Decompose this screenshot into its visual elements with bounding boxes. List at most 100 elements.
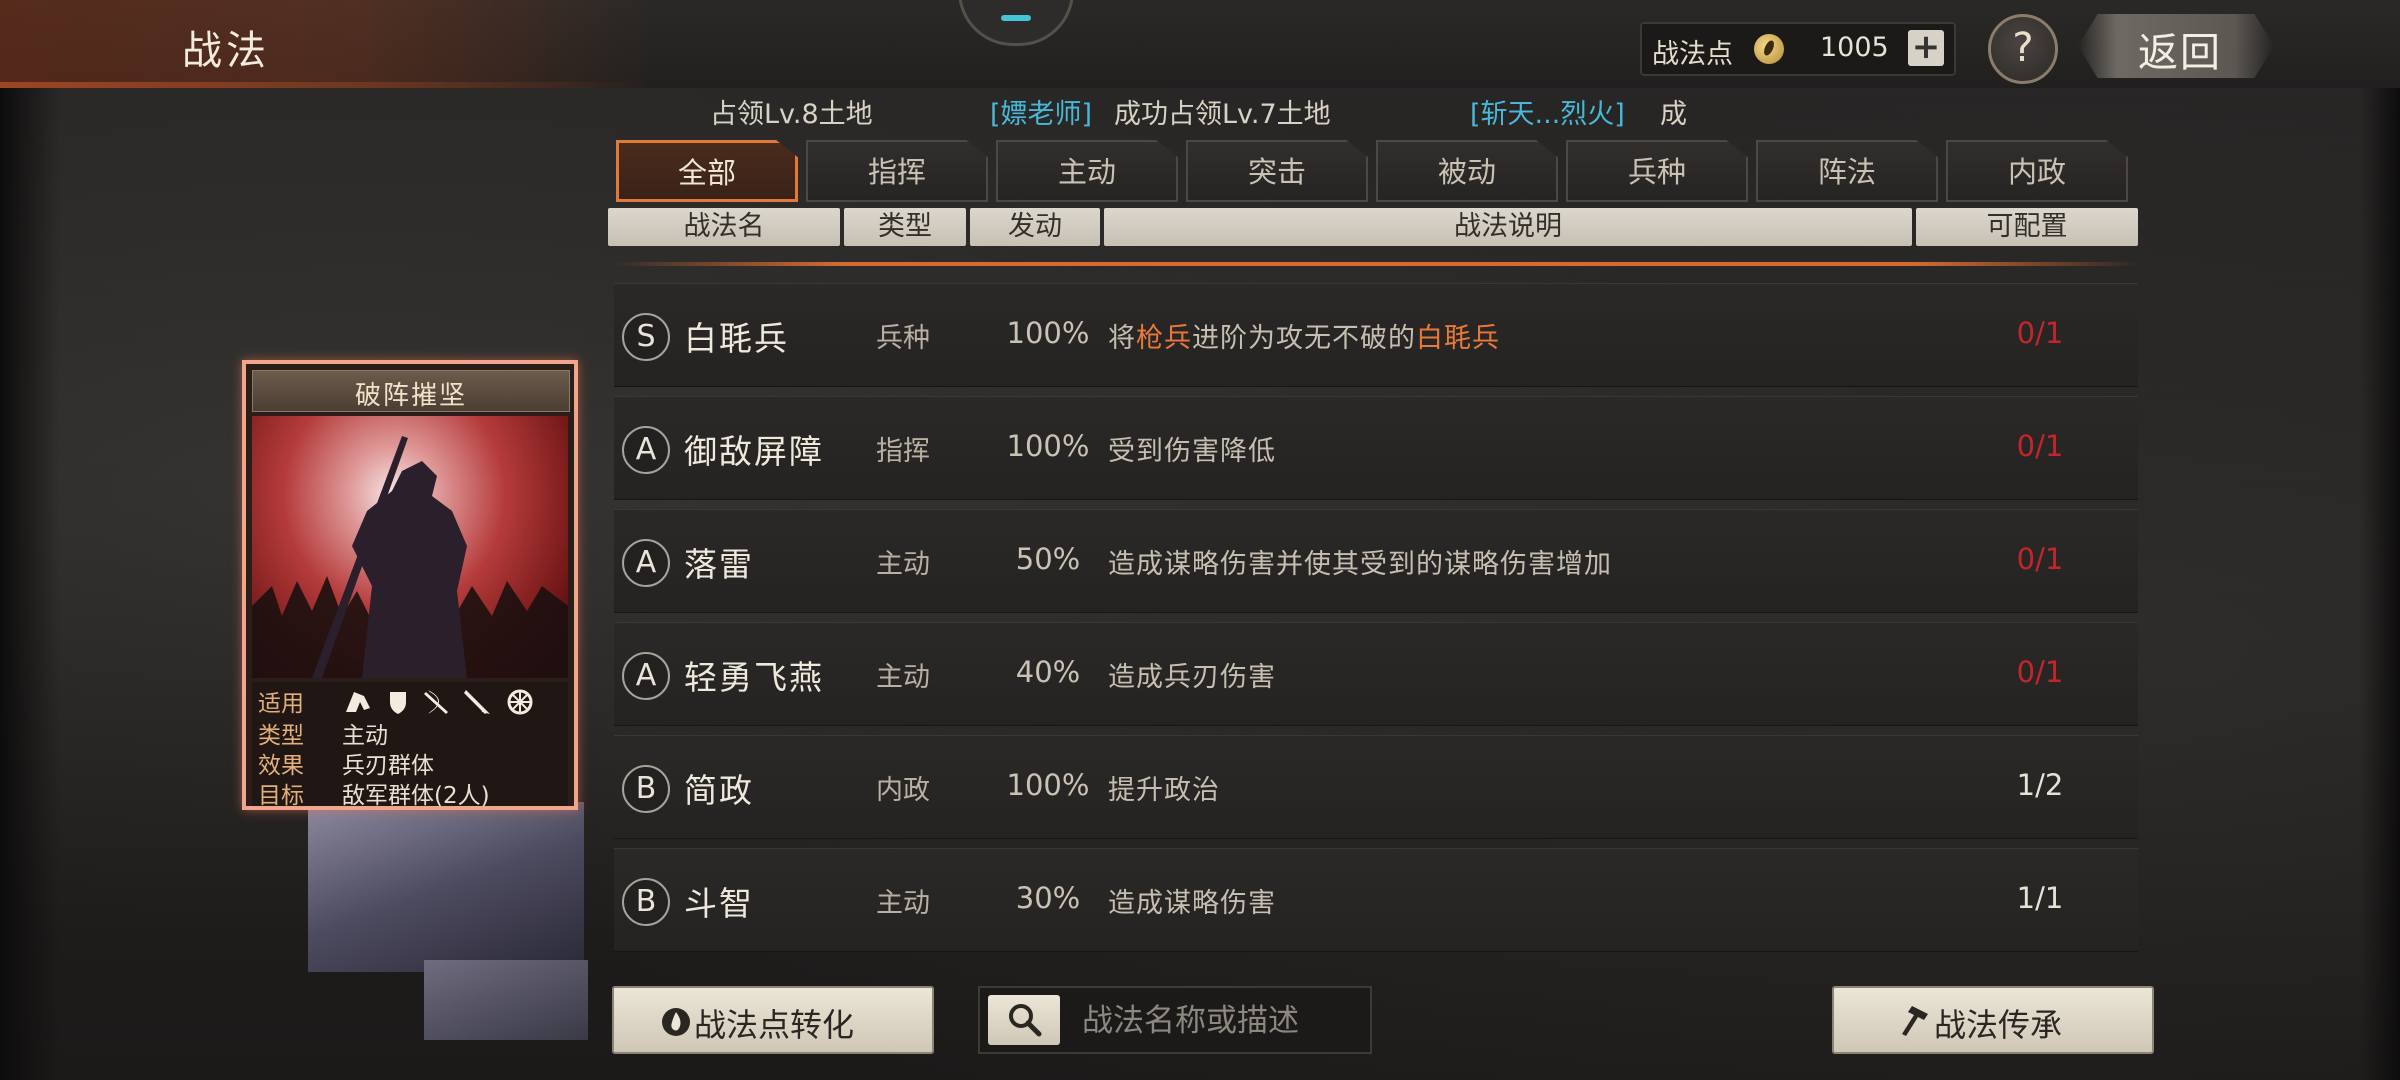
tactic-description: 将枪兵进阶为攻无不破的白毦兵 [1108,323,1500,354]
column-header-type[interactable]: 类型 [844,208,966,246]
divider-line [614,262,2140,266]
search-icon [1009,1004,1042,1037]
tactic-name: 斗智 [684,884,754,923]
tactic-points-box: 战法点 1005 + [1640,22,1956,76]
shield-icon [390,692,406,714]
tactic-card[interactable]: 破阵摧坚 适用 类型 主动 效果 兵刃群体 目标 敌军群体(2人) [242,360,578,810]
tactic-name: 白毦兵 [684,319,789,358]
tactic-row[interactable]: A 落雷 主动 50% 造成谋略伤害并使其受到的谋略伤害增加 0/1 [614,509,2138,613]
tactic-config-count: 0/1 [2016,542,2064,576]
tactic-row[interactable]: B 简政 内政 100% 提升政治 1/2 [614,735,2138,839]
card-info-panel: 适用 类型 主动 效果 兵刃群体 目标 敌军群体(2人) [252,682,568,809]
tactic-type: 主动 [876,549,930,580]
troop-icons [342,686,552,720]
tab-internal-affairs[interactable]: 内政 [1946,140,2128,202]
ticker-text-2: 成 [1660,99,1687,130]
card-apply-label: 适用 [258,691,304,717]
cavalry-icon [346,692,370,712]
grade-badge: A [622,426,670,474]
tactic-points-label: 战法点 [1652,39,1733,70]
tactic-type: 指挥 [876,436,930,467]
grade-badge: B [622,765,670,813]
tactic-trigger-rate: 100% [1006,316,1090,350]
ticker-player-2: [斩天...烈火] [1470,99,1625,130]
tactic-trigger-rate: 30% [1015,881,1081,915]
tactic-description: 受到伤害降低 [1108,436,1276,467]
grade-badge: S [622,313,670,361]
tactic-config-count: 0/1 [2016,429,2064,463]
card-stack-back [308,802,584,972]
card-target-label: 目标 [258,783,304,809]
card-target-value: 敌军群体(2人) [342,783,490,809]
highlight-text: 白毦兵 [1416,323,1500,354]
card-stack-back [424,960,588,1040]
ticker-player-1: [嫖老师] [990,99,1093,130]
search-input[interactable] [1080,998,1364,1044]
tactic-config-count: 0/1 [2016,316,2064,350]
top-bar: 战法 战法点 1005 + ? 返回 [0,0,2400,88]
spear-icon [464,690,490,714]
column-header-config[interactable]: 可配置 [1916,208,2138,246]
tactic-config-count: 1/1 [2016,881,2064,915]
card-effect-row: 效果 兵刃群体 [258,746,434,780]
ticker-text-1: 成功占领Lv.7土地 [1114,99,1331,130]
tactic-row[interactable]: A 御敌屏障 指挥 100% 受到伤害降低 0/1 [614,396,2138,500]
tactic-type: 内政 [876,775,930,806]
fire-icon [662,1008,690,1036]
tab-active[interactable]: 主动 [996,140,1178,202]
tab-formation[interactable]: 阵法 [1756,140,1938,202]
bow-icon [424,690,448,714]
tab-all[interactable]: 全部 [616,140,798,202]
tactic-trigger-rate: 50% [1015,542,1081,576]
column-header-trigger[interactable]: 发动 [970,208,1100,246]
tactic-description: 造成谋略伤害 [1108,888,1276,919]
tab-command[interactable]: 指挥 [806,140,988,202]
top-ornament-icon [958,0,1074,46]
title-strip [0,0,650,88]
tactic-name: 御敌屏障 [684,432,824,471]
card-apply-row: 适用 [258,684,342,718]
card-artwork [252,416,568,678]
tactic-name: 简政 [684,771,754,810]
tab-passive[interactable]: 被动 [1376,140,1558,202]
search-box [978,986,1372,1054]
inherit-tactic-label: 战法传承 [1934,1006,2063,1044]
tactic-type: 主动 [876,888,930,919]
grade-badge: A [622,652,670,700]
tactic-description: 造成谋略伤害并使其受到的谋略伤害增加 [1108,549,1612,580]
tactic-point-coin-icon [1754,34,1784,64]
tab-assault[interactable]: 突击 [1186,140,1368,202]
column-header-description: 战法说明 [1104,208,1912,246]
tactic-name: 轻勇飞燕 [684,658,824,697]
inherit-tactic-button[interactable]: 战法传承 [1832,986,2154,1054]
back-button[interactable]: 返回 [2078,14,2274,78]
column-header-name[interactable]: 战法名 [608,208,840,246]
tactic-row[interactable]: S 白毦兵 兵种 100% 将枪兵进阶为攻无不破的白毦兵 0/1 [614,283,2138,387]
tactic-row[interactable]: B 斗智 主动 30% 造成谋略伤害 1/1 [614,848,2138,952]
brush-edge-right [2360,0,2400,1080]
card-target-row: 目标 敌军群体(2人) [258,776,490,810]
convert-points-button[interactable]: 战法点转化 [612,986,934,1054]
convert-points-label: 战法点转化 [694,1006,855,1044]
tactic-trigger-rate: 100% [1006,429,1090,463]
help-button[interactable]: ? [1988,14,2058,84]
tactic-type: 主动 [876,662,930,693]
tactic-description: 提升政治 [1108,775,1220,806]
add-points-button[interactable]: + [1908,30,1944,66]
tactic-trigger-rate: 100% [1006,768,1090,802]
card-type-row: 类型 主动 [258,716,388,750]
tactic-config-count: 0/1 [2016,655,2064,689]
tactic-name: 落雷 [684,545,754,584]
search-button[interactable] [988,995,1060,1045]
tactic-config-count: 1/2 [2016,768,2064,802]
back-label: 返回 [2138,30,2222,76]
card-title: 破阵摧坚 [354,381,467,411]
ticker-prefix: 占领Lv.8土地 [710,99,873,130]
card-type-label: 类型 [258,723,304,749]
tactic-row[interactable]: A 轻勇飞燕 主动 40% 造成兵刃伤害 0/1 [614,622,2138,726]
grade-badge: A [622,539,670,587]
card-title-bar: 破阵摧坚 [252,370,570,412]
tab-troop[interactable]: 兵种 [1566,140,1748,202]
grade-badge: B [622,878,670,926]
tactic-points-value: 1005 [1820,32,1889,63]
